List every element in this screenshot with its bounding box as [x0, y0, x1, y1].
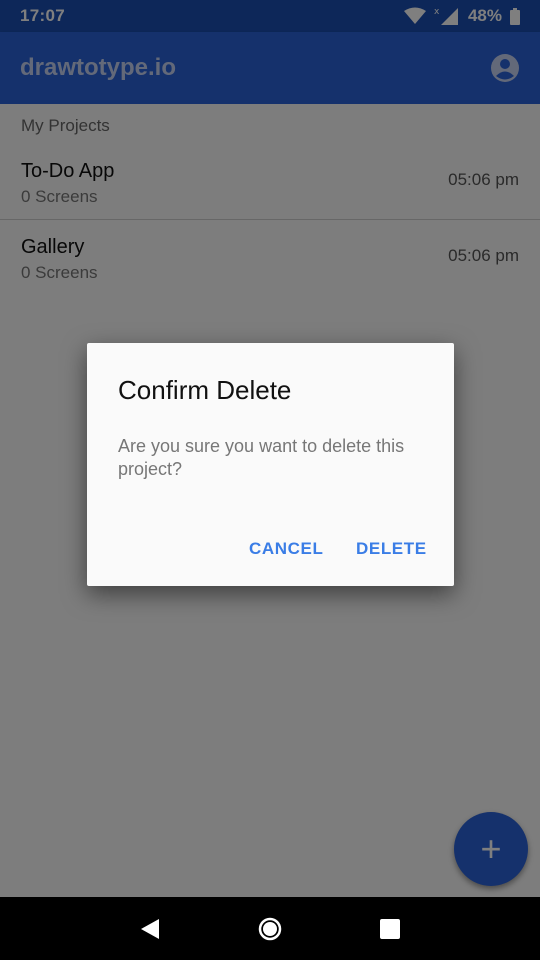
- cancel-button[interactable]: CANCEL: [249, 539, 323, 559]
- home-icon: [258, 917, 282, 940]
- dialog-message: Are you sure you want to delete this pro…: [118, 436, 405, 479]
- recents-button[interactable]: [370, 909, 410, 949]
- confirm-delete-dialog: Confirm Delete Are you sure you want to …: [87, 343, 454, 586]
- navigation-bar: [0, 897, 540, 960]
- dialog-title: Confirm Delete: [118, 375, 292, 405]
- home-button[interactable]: [250, 909, 290, 949]
- back-button[interactable]: [130, 909, 170, 949]
- back-icon: [141, 918, 159, 939]
- delete-button[interactable]: DELETE: [356, 539, 427, 559]
- recents-icon: [380, 918, 400, 939]
